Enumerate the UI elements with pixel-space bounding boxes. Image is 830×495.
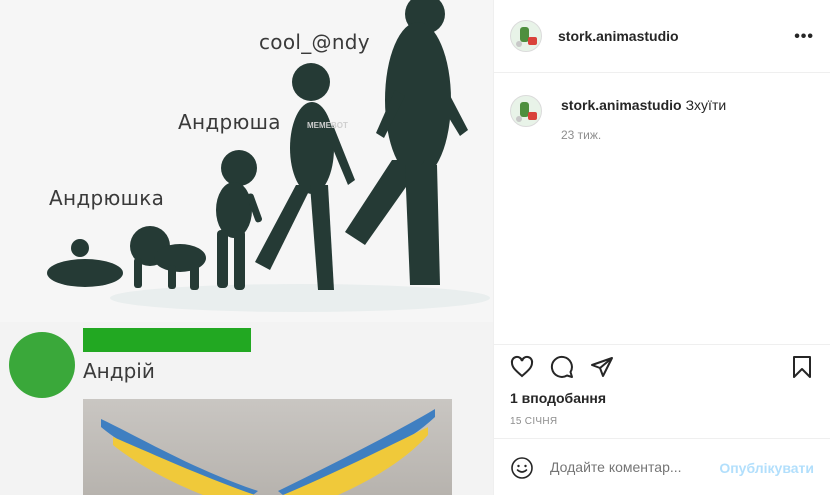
silhouettes-illustration [47,0,490,312]
comment-icon[interactable] [550,355,574,384]
caption-text: stork.animastudio Зхуїти [561,97,726,113]
post-media[interactable]: Андрюшка Андрюша cool_@ndy MEMEBOT Андрі… [0,0,494,495]
image-name: Андрій [83,359,155,383]
wings-drawing [101,409,435,495]
caption-username[interactable]: stork.animastudio [561,97,682,113]
image-label-3: cool_@ndy [259,30,370,54]
caption-avatar[interactable] [510,95,542,127]
heart-icon[interactable] [510,355,534,384]
image-label-2: Андрюша [178,110,281,134]
green-avatar [9,332,75,398]
add-comment-bar: Опублікувати [494,438,830,495]
post-date[interactable]: 15 СІЧНЯ [510,416,557,427]
bookmark-icon[interactable] [790,355,814,384]
caption-time[interactable]: 23 тиж. [561,128,601,142]
post-header: stork.animastudio ••• [494,0,830,73]
wings-image [83,399,452,495]
post-sidebar: stork.animastudio ••• stork.animastudio З… [494,0,830,495]
likes-count[interactable]: 1 вподобання [510,390,606,406]
more-horizontal-icon[interactable]: ••• [794,28,814,46]
image-watermark: MEMEBOT [307,121,348,130]
action-bar [494,344,830,386]
author-username[interactable]: stork.animastudio [558,28,679,44]
publish-button[interactable]: Опублікувати [719,460,814,476]
image-label-1: Андрюшка [49,186,165,210]
paper-plane-icon[interactable] [590,355,614,384]
post-modal: Андрюшка Андрюша cool_@ndy MEMEBOT Андрі… [0,0,830,495]
caption-body: Зхуїти [685,97,727,113]
smile-icon[interactable] [510,456,534,485]
evolution-image: Андрюшка Андрюша cool_@ndy MEMEBOT [0,0,493,322]
green-name-bar [83,328,251,352]
profile-image: Андрій [0,322,493,495]
author-avatar[interactable] [510,20,542,52]
comment-input[interactable] [550,459,710,475]
